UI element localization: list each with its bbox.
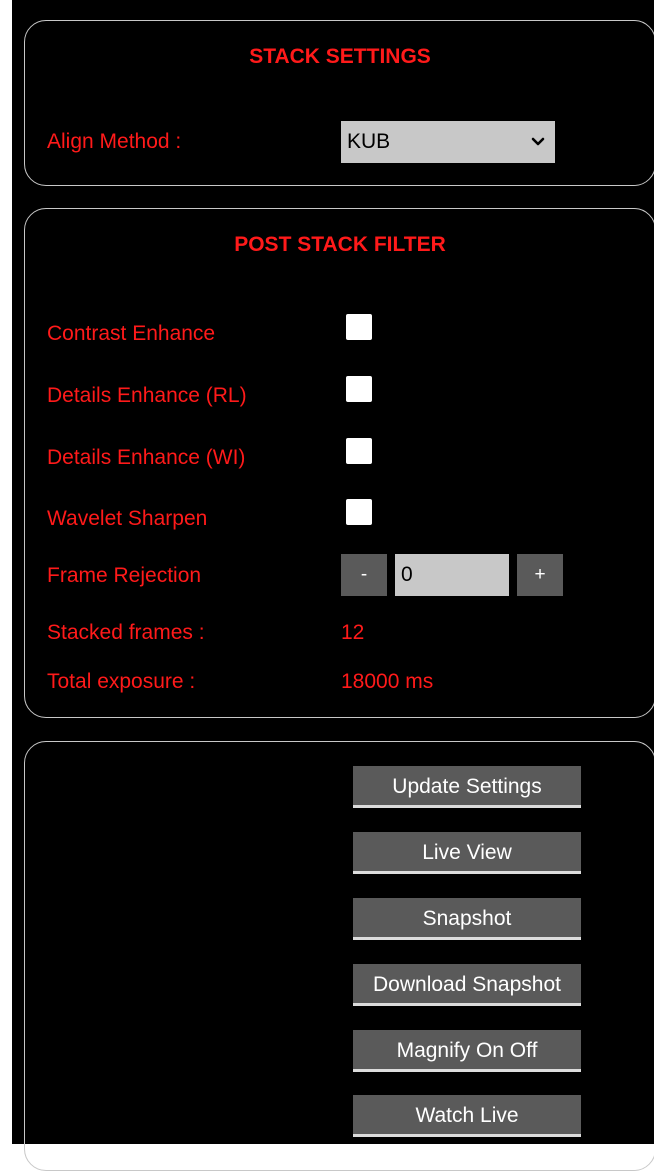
download-snapshot-button[interactable]: Download Snapshot [353, 964, 581, 1006]
align-method-value: KUB [347, 130, 391, 153]
actions-panel: Update Settings Live View Snapshot Downl… [24, 741, 654, 1171]
stack-settings-panel: STACK SETTINGS Align Method : KUB [24, 20, 654, 186]
total-exposure-value: 18000 ms [341, 670, 434, 693]
watch-live-button[interactable]: Watch Live [353, 1095, 581, 1137]
update-settings-button[interactable]: Update Settings [353, 766, 581, 808]
details-enhance-wi-label: Details Enhance (WI) [47, 446, 246, 469]
frame-rejection-input[interactable]: 0 [395, 554, 509, 596]
wavelet-sharpen-label: Wavelet Sharpen [47, 507, 208, 530]
magnify-on-off-button[interactable]: Magnify On Off [353, 1030, 581, 1072]
align-method-select[interactable]: KUB [341, 121, 555, 163]
contrast-enhance-checkbox[interactable] [346, 314, 372, 340]
chevron-down-icon [531, 121, 545, 163]
details-enhance-rl-label: Details Enhance (RL) [47, 384, 247, 407]
live-view-button[interactable]: Live View [353, 832, 581, 874]
align-method-label: Align Method : [47, 130, 182, 153]
wavelet-sharpen-checkbox[interactable] [346, 499, 372, 525]
details-enhance-rl-checkbox[interactable] [346, 376, 372, 402]
post-stack-filter-title: POST STACK FILTER [234, 233, 446, 256]
stack-settings-title: STACK SETTINGS [249, 45, 431, 68]
snapshot-button[interactable]: Snapshot [353, 898, 581, 940]
frame-rejection-plus-button[interactable]: + [517, 554, 563, 596]
total-exposure-label: Total exposure : [47, 670, 196, 693]
post-stack-filter-panel: POST STACK FILTER Contrast Enhance Detai… [24, 208, 654, 718]
app-frame: STACK SETTINGS Align Method : KUB POST S… [12, 0, 654, 1171]
frame-rejection-minus-button[interactable]: - [341, 554, 387, 596]
stacked-frames-label: Stacked frames : [47, 621, 205, 644]
details-enhance-wi-checkbox[interactable] [346, 438, 372, 464]
frame-rejection-label: Frame Rejection [47, 564, 202, 587]
contrast-enhance-label: Contrast Enhance [47, 322, 216, 345]
stacked-frames-value: 12 [341, 621, 365, 644]
